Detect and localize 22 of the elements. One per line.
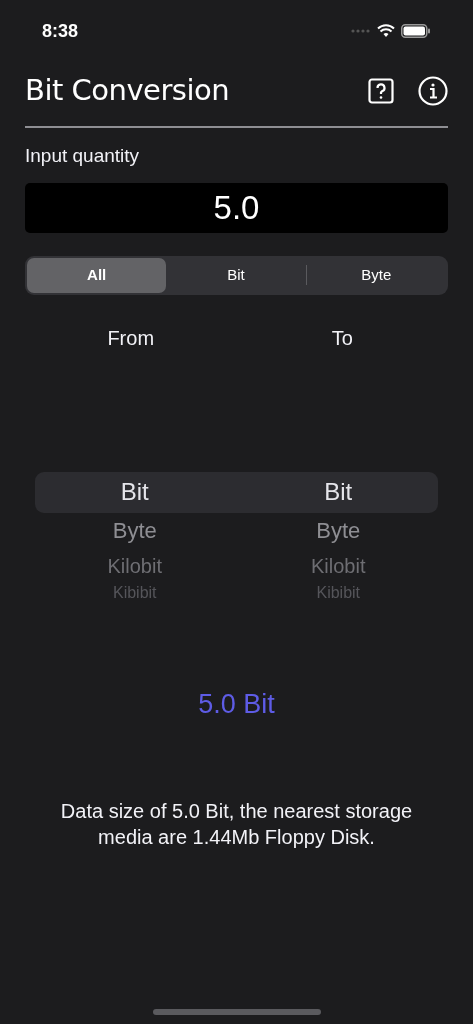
picker-option[interactable]: Byte <box>316 511 361 550</box>
battery-icon <box>401 24 431 38</box>
column-label: To <box>331 325 353 351</box>
segment-tab[interactable]: Bit <box>166 257 306 293</box>
picker-option[interactable]: Bit <box>324 471 353 512</box>
picker-option[interactable]: Kilobit <box>107 549 162 582</box>
picker-option[interactable]: Bit <box>120 471 149 512</box>
storage-description: Data size of 5.0 Bit, the nearest storage media are 1.44Mb Floppy Disk. <box>59 799 414 850</box>
segment-tab[interactable]: Byte <box>306 257 446 293</box>
column-label: From <box>107 325 155 351</box>
picker-option[interactable]: Kilobit <box>311 549 366 582</box>
signal-icon <box>351 29 371 33</box>
picker-option[interactable]: Byte <box>112 511 157 550</box>
result-text: 5.0 Bit <box>198 687 275 721</box>
status-time: 8:38 <box>42 19 79 43</box>
quantity-field[interactable]: 5.0 <box>25 182 448 233</box>
help-icon[interactable] <box>368 78 394 104</box>
info-icon[interactable] <box>418 76 448 106</box>
wifi-icon <box>377 24 395 38</box>
segment-tab[interactable]: All <box>27 257 167 293</box>
input-label: Input quantity <box>25 144 141 168</box>
page-title: Bit Conversion <box>25 72 230 110</box>
